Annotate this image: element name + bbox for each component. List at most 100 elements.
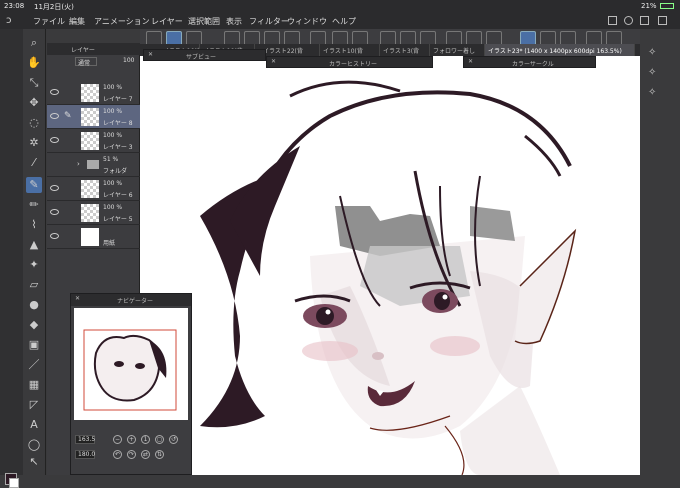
menu-edit[interactable]: 編集 [69, 16, 85, 27]
right-icon-column: ✧ ✧ ✧ [640, 29, 680, 475]
layer-row-selected[interactable]: ✎ 100 % レイヤー 8 [47, 105, 140, 129]
navigator-header[interactable]: ✕ ナビゲーター [71, 294, 191, 306]
close-icon[interactable]: ✕ [271, 58, 276, 65]
layer-row[interactable]: 100 % レイヤー 6 [47, 177, 140, 201]
layer-opacity-value[interactable]: 100 [123, 57, 134, 64]
brush-preset-icon[interactable]: ✧ [648, 67, 656, 78]
app-logo-icon: ↄ [6, 15, 12, 26]
navigator-preview[interactable] [74, 308, 188, 420]
zoom-value[interactable]: 163.5 [75, 435, 95, 444]
tab-doc-5[interactable]: イラスト3(背 [380, 44, 430, 56]
zoom-out-icon[interactable]: − [113, 435, 122, 444]
brush-preset-icon[interactable]: ✧ [648, 87, 656, 98]
operation-icon[interactable]: ⤡ [26, 75, 42, 91]
paper-layer-row[interactable]: 用紙 [47, 225, 140, 249]
paper-thumbnail [81, 228, 99, 246]
eye-icon[interactable] [50, 233, 59, 239]
menu-animation[interactable]: アニメーション [94, 16, 150, 27]
fit-icon[interactable]: ◻ [155, 435, 164, 444]
paper-layer-name: 用紙 [103, 240, 116, 247]
ruler-icon[interactable]: ◸ [26, 397, 42, 413]
tool-palette: ⌕ ✋ ⤡ ✥ ◌ ✲ ⁄ ✎ ✏ ⌇ ▲ ✦ ▱ ● ◆ ▣ ／ ▦ ◸ A … [23, 29, 46, 475]
balloon-icon[interactable]: ◯ [26, 437, 42, 453]
menu-view[interactable]: 表示 [226, 16, 242, 27]
figure-icon[interactable]: ／ [26, 357, 42, 373]
layer-name: レイヤー 7 [103, 96, 133, 103]
close-icon[interactable]: ✕ [468, 58, 473, 65]
blend-mode-select[interactable]: 通常 [75, 57, 97, 67]
layer-opacity: 100 % [103, 132, 123, 139]
folder-icon [87, 160, 99, 169]
zoom-in-icon[interactable]: + [127, 435, 136, 444]
actual-size-icon[interactable]: 1 [141, 435, 150, 444]
color-circle-title: カラーサークル [512, 61, 554, 68]
folder-opacity: 51 % [103, 156, 119, 163]
move-icon[interactable]: ✥ [26, 95, 42, 111]
account-icon[interactable] [640, 16, 649, 25]
airbrush-icon[interactable]: ▲ [26, 237, 42, 253]
layer-row[interactable]: 100 % レイヤー 3 [47, 129, 140, 153]
lasso-icon[interactable]: ◌ [26, 115, 42, 131]
close-icon[interactable]: ✕ [75, 295, 80, 302]
color-circle-panel-header[interactable]: ✕ カラーサークル [463, 56, 596, 68]
tab-doc-6[interactable]: フォロワー着し [430, 44, 485, 56]
eraser-icon[interactable]: ▱ [26, 277, 42, 293]
tab-doc-3[interactable]: イラスト22(背 [260, 44, 320, 56]
chevron-right-icon[interactable]: › [77, 160, 80, 168]
reset-view-icon[interactable]: ↺ [169, 435, 178, 444]
eye-icon[interactable] [50, 137, 59, 143]
eye-icon[interactable] [50, 185, 59, 191]
eye-icon[interactable] [50, 113, 59, 119]
navigator-title: ナビゲーター [117, 298, 154, 305]
folder-row[interactable]: › 51 % フォルダ [47, 153, 140, 177]
brush-preset-icon[interactable]: ✧ [648, 47, 656, 58]
gradient-icon[interactable]: ▣ [26, 337, 42, 353]
hand-icon[interactable]: ✋ [26, 55, 42, 71]
menu-layer[interactable]: レイヤー [151, 16, 183, 27]
eye-icon[interactable] [50, 89, 59, 95]
brush-icon[interactable]: ⌇ [26, 217, 42, 233]
menu-filter[interactable]: フィルター [249, 16, 289, 27]
close-icon[interactable]: ✕ [148, 51, 153, 58]
folder-name: フォルダ [103, 168, 128, 175]
subview-panel-header[interactable]: ✕ サブビュー [143, 49, 266, 61]
menu-window[interactable]: ウィンドウ [287, 16, 327, 27]
rotate-right-icon[interactable]: ↷ [127, 450, 136, 459]
menu-selection[interactable]: 選択範囲 [188, 16, 220, 27]
flip-vertical-icon[interactable]: ⇅ [155, 450, 164, 459]
menu-file[interactable]: ファイル [33, 16, 65, 27]
cloud-icon[interactable] [608, 16, 617, 25]
drawing-canvas[interactable] [140, 56, 640, 475]
correct-line-icon[interactable]: ↖ [26, 454, 42, 470]
pen-icon[interactable]: ✎ [26, 177, 42, 193]
layer-thumbnail [81, 132, 99, 150]
layer-opacity: 100 % [103, 108, 123, 115]
tab-active-doc[interactable]: イラスト23* (1400 x 1400px 600dpi 163.5%) [485, 44, 635, 56]
blend-icon[interactable]: ● [26, 297, 42, 313]
eyedropper-icon[interactable]: ⁄ [26, 155, 42, 171]
pencil-icon[interactable]: ✏ [26, 197, 42, 213]
menu-bar: ↄ ファイル 編集 アニメーション レイヤー 選択範囲 表示 フィルター ウィン… [0, 12, 680, 29]
layer-row[interactable]: 100 % レイヤー 5 [47, 201, 140, 225]
flip-horizontal-icon[interactable]: ⇄ [141, 450, 150, 459]
navigator-panel: ✕ ナビゲーター 163.5 180.0 − + 1 ◻ ↺ ↶ ↷ ⇄ ⇅ [70, 293, 192, 475]
layer-row[interactable]: 100 % レイヤー 7 [47, 81, 140, 105]
layer-name: レイヤー 3 [103, 144, 133, 151]
rotate-value[interactable]: 180.0 [75, 450, 95, 459]
text-icon[interactable]: A [26, 417, 42, 433]
rotate-left-icon[interactable]: ↶ [113, 450, 122, 459]
eye-icon[interactable] [50, 209, 59, 215]
status-bar: 23:08 11月2日(火) 21% [0, 0, 680, 12]
zoom-icon[interactable]: ⌕ [26, 35, 42, 51]
tab-doc-4[interactable]: イラスト10(背 [320, 44, 380, 56]
menu-help[interactable]: ヘルプ [332, 16, 356, 27]
fill-icon[interactable]: ◆ [26, 317, 42, 333]
frame-icon[interactable]: ▦ [26, 377, 42, 393]
navigator-thumbnail [83, 329, 177, 411]
sub-color-swatch[interactable] [9, 478, 19, 488]
decoration-icon[interactable]: ✦ [26, 257, 42, 273]
help-icon[interactable] [658, 16, 667, 25]
magic-wand-icon[interactable]: ✲ [26, 135, 42, 151]
settings-icon[interactable] [624, 16, 633, 25]
color-history-panel-header[interactable]: ✕ カラーヒストリー [266, 56, 433, 68]
